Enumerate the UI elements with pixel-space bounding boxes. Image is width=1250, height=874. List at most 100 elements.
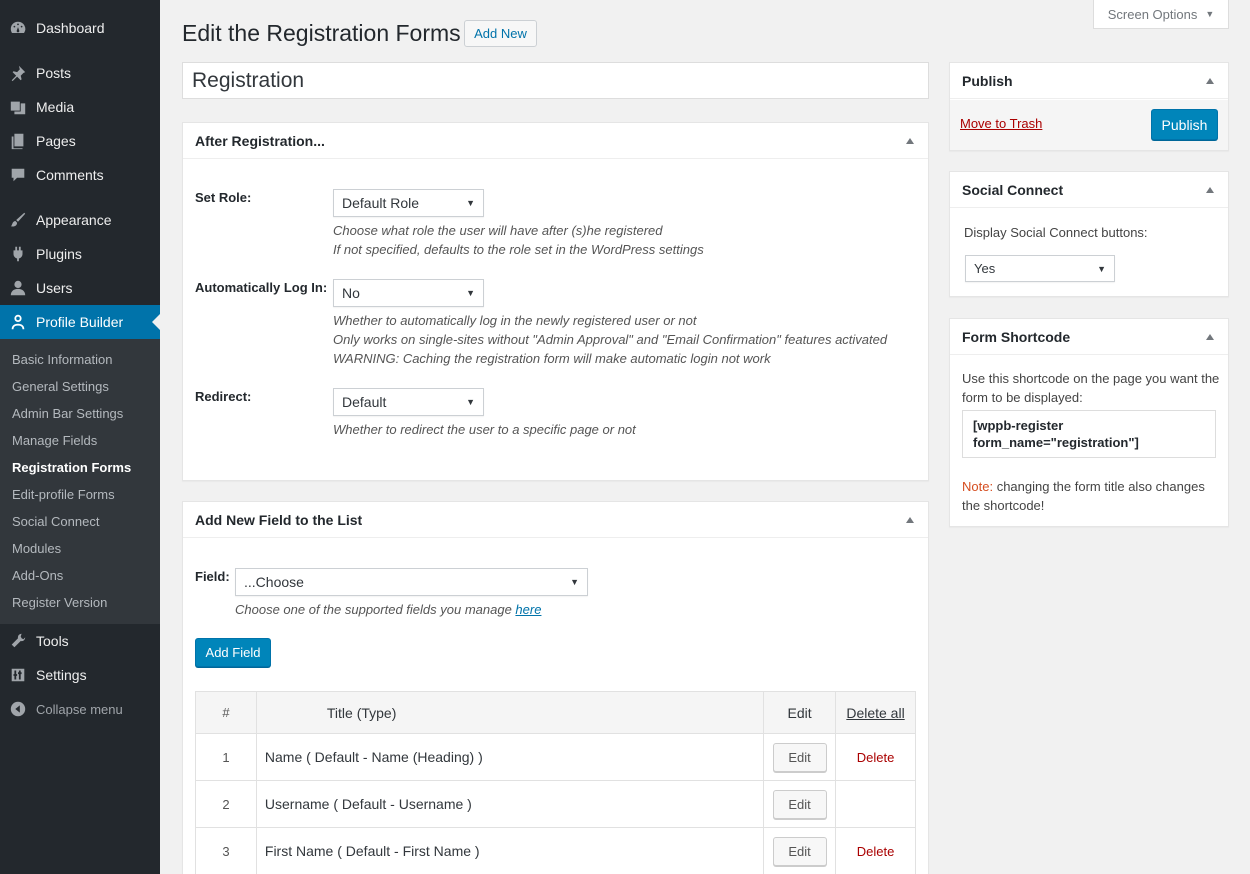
social-connect-select[interactable]: Yes ▼ bbox=[965, 255, 1115, 282]
postbox-header[interactable]: After Registration... bbox=[183, 123, 928, 159]
submenu-item-social-connect[interactable]: Social Connect bbox=[12, 512, 99, 532]
sidebar-item-label: Users bbox=[36, 280, 73, 296]
redirect-label: Redirect: bbox=[195, 389, 252, 404]
caret-down-icon: ▼ bbox=[466, 288, 475, 298]
edit-field-button[interactable]: Edit bbox=[772, 742, 827, 772]
note-text: changing the form title also changes the… bbox=[962, 479, 1205, 513]
column-header-edit: Edit bbox=[763, 691, 837, 734]
submenu-item-register-version[interactable]: Register Version bbox=[12, 593, 107, 613]
set-role-select[interactable]: Default Role ▼ bbox=[333, 189, 484, 217]
table-row[interactable]: 2 Username ( Default - Username ) Edit bbox=[195, 780, 916, 828]
edit-field-button[interactable]: Edit bbox=[772, 789, 827, 819]
description-line: If not specified, defaults to the role s… bbox=[333, 242, 704, 257]
social-connect-label: Display Social Connect buttons: bbox=[964, 225, 1148, 240]
sidebar-item-plugins[interactable]: Plugins bbox=[0, 237, 160, 271]
row-edit-cell: Edit bbox=[763, 733, 837, 781]
row-delete-cell bbox=[835, 780, 916, 828]
profile-icon bbox=[0, 313, 36, 331]
sidebar-item-pages[interactable]: Pages bbox=[0, 124, 160, 158]
postbox-title: Social Connect bbox=[962, 181, 1064, 198]
caret-down-icon: ▼ bbox=[1097, 263, 1106, 274]
admin-sidebar: Dashboard Posts Media Pages Comments App… bbox=[0, 0, 160, 874]
submenu-item-registration-forms[interactable]: Registration Forms bbox=[12, 458, 131, 478]
sidebar-item-label: Tools bbox=[36, 633, 69, 649]
delete-all-link[interactable]: Delete all bbox=[846, 705, 904, 721]
settings-icon bbox=[0, 666, 36, 684]
sidebar-item-dashboard[interactable]: Dashboard bbox=[0, 11, 160, 45]
dashboard-icon bbox=[0, 19, 36, 37]
description-line: Only works on single-sites without "Admi… bbox=[333, 332, 888, 347]
delete-field-link[interactable]: Delete bbox=[857, 750, 895, 765]
edit-field-button[interactable]: Edit bbox=[772, 836, 827, 866]
shortcode-text-box[interactable]: [wppb-register form_name="registration"] bbox=[962, 410, 1216, 458]
manage-fields-link[interactable]: here bbox=[515, 602, 541, 617]
submenu-item-basic-information[interactable]: Basic Information bbox=[12, 350, 112, 370]
sidebar-item-media[interactable]: Media bbox=[0, 90, 160, 124]
sidebar-item-label: Posts bbox=[36, 65, 72, 81]
fields-table: # Title (Type) Edit Delete all 1 Name ( … bbox=[195, 691, 916, 874]
sidebar-item-label: Profile Builder bbox=[36, 314, 124, 330]
column-header-title: Title (Type) bbox=[255, 691, 765, 734]
collapse-arrow-icon[interactable] bbox=[906, 516, 914, 523]
field-label: Field: bbox=[195, 569, 230, 584]
auto-login-select[interactable]: No ▼ bbox=[333, 279, 484, 307]
row-number: 1 bbox=[195, 733, 257, 781]
sidebar-item-profile-builder[interactable]: Profile Builder bbox=[0, 305, 160, 339]
postbox-header[interactable]: Add New Field to the List bbox=[183, 502, 928, 538]
screen-options-button[interactable]: Screen Options ▼ bbox=[1093, 0, 1229, 29]
postbox-title: Add New Field to the List bbox=[195, 511, 363, 528]
field-select[interactable]: ...Choose ▼ bbox=[235, 568, 588, 596]
submenu-item-admin-bar-settings[interactable]: Admin Bar Settings bbox=[12, 404, 123, 424]
table-row[interactable]: 1 Name ( Default - Name (Heading) ) Edit… bbox=[195, 733, 916, 781]
submenu-item-edit-profile-forms[interactable]: Edit-profile Forms bbox=[12, 485, 115, 505]
field-description: Choose one of the supported fields you m… bbox=[235, 600, 541, 619]
shortcode-line: form_name="registration"] bbox=[973, 435, 1139, 450]
comment-icon bbox=[0, 166, 36, 184]
collapse-menu-label: Collapse menu bbox=[36, 701, 123, 717]
add-field-button[interactable]: Add Field bbox=[195, 638, 271, 667]
shortcode-note: Note: changing the form title also chang… bbox=[962, 477, 1224, 515]
add-new-button[interactable]: Add New bbox=[464, 20, 537, 47]
collapse-arrow-icon[interactable] bbox=[906, 137, 914, 144]
submenu-item-add-ons[interactable]: Add-Ons bbox=[12, 566, 63, 586]
shortcode-description: Use this shortcode on the page you want … bbox=[962, 371, 1220, 405]
set-role-description: Choose what role the user will have afte… bbox=[333, 221, 704, 259]
sidebar-item-label: Settings bbox=[36, 667, 87, 683]
sidebar-item-settings[interactable]: Settings bbox=[0, 658, 160, 692]
collapse-arrow-icon[interactable] bbox=[1206, 186, 1214, 193]
set-role-label: Set Role: bbox=[195, 190, 252, 205]
table-header-row: # Title (Type) Edit Delete all bbox=[195, 691, 916, 734]
field-description-text: Choose one of the supported fields you m… bbox=[235, 602, 516, 617]
form-title-input[interactable]: Registration bbox=[182, 62, 929, 99]
note-label: Note: bbox=[962, 479, 994, 494]
sidebar-item-posts[interactable]: Posts bbox=[0, 56, 160, 90]
sidebar-item-users[interactable]: Users bbox=[0, 271, 160, 305]
table-row[interactable]: 3 First Name ( Default - First Name ) Ed… bbox=[195, 827, 916, 874]
publish-button[interactable]: Publish bbox=[1151, 109, 1218, 140]
shortcode-line: [wppb-register bbox=[973, 418, 1064, 433]
submenu-item-modules[interactable]: Modules bbox=[12, 539, 61, 559]
row-edit-cell: Edit bbox=[763, 827, 837, 874]
collapse-menu-button[interactable]: Collapse menu bbox=[0, 692, 160, 726]
submenu-item-general-settings[interactable]: General Settings bbox=[12, 377, 109, 397]
redirect-description: Whether to redirect the user to a specif… bbox=[333, 422, 636, 437]
row-title: First Name ( Default - First Name ) bbox=[255, 827, 765, 874]
delete-field-link[interactable]: Delete bbox=[857, 844, 895, 859]
sidebar-item-comments[interactable]: Comments bbox=[0, 158, 160, 192]
postbox-header[interactable]: Form Shortcode bbox=[950, 319, 1228, 355]
redirect-select[interactable]: Default ▼ bbox=[333, 388, 484, 416]
sidebar-item-tools[interactable]: Tools bbox=[0, 624, 160, 658]
column-header-delete-all: Delete all bbox=[835, 691, 916, 734]
submenu-item-manage-fields[interactable]: Manage Fields bbox=[12, 431, 97, 451]
postbox-header[interactable]: Publish bbox=[950, 63, 1228, 99]
move-to-trash-link[interactable]: Move to Trash bbox=[960, 116, 1042, 131]
postbox-header[interactable]: Social Connect bbox=[950, 172, 1228, 208]
sidebar-item-label: Dashboard bbox=[36, 20, 105, 36]
auto-login-description: Whether to automatically log in the newl… bbox=[333, 311, 887, 368]
collapse-arrow-icon[interactable] bbox=[1206, 333, 1214, 340]
row-number: 3 bbox=[195, 827, 257, 874]
caret-down-icon: ▼ bbox=[1205, 9, 1215, 19]
sidebar-item-appearance[interactable]: Appearance bbox=[0, 203, 160, 237]
caret-down-icon: ▼ bbox=[466, 198, 475, 208]
collapse-arrow-icon[interactable] bbox=[1206, 77, 1214, 84]
